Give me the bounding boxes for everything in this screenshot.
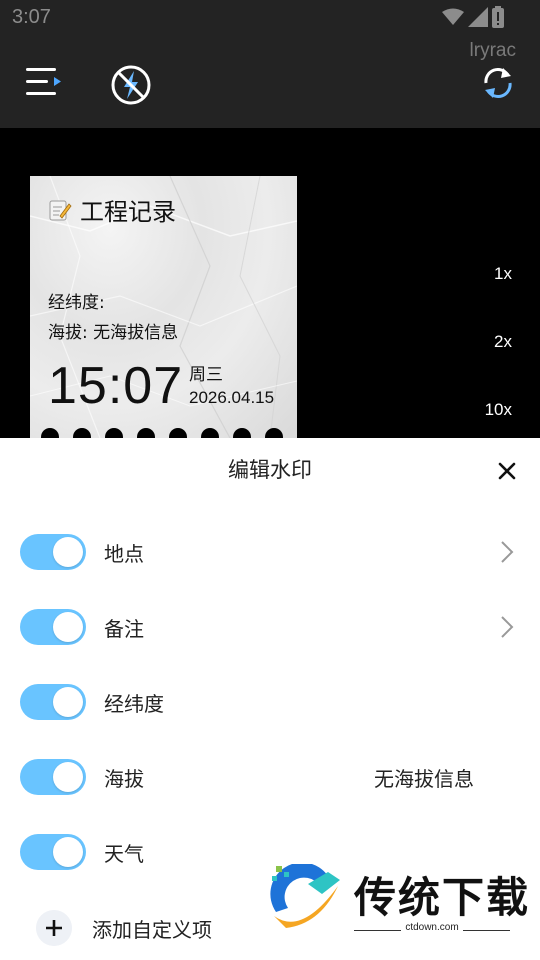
dot <box>137 428 155 438</box>
status-time: 3:07 <box>12 6 51 28</box>
zoom-10x-button[interactable]: 10x <box>485 400 512 420</box>
username-label: lryrac <box>469 40 516 61</box>
row-label: 海拔 <box>104 767 144 791</box>
watermark-card[interactable]: 工程记录 经纬度: 海拔: 无海拔信息 15:07 周三 2026.04.15 <box>30 176 297 438</box>
add-custom-item-label: 添加自定义项 <box>92 918 212 942</box>
watermark-weekday: 周三 <box>189 365 223 385</box>
plus-icon <box>36 910 72 946</box>
watermark-coords: 经纬度: <box>48 293 105 313</box>
site-watermark: 传统下载 ctdown.com <box>268 864 528 940</box>
toggle-remark[interactable] <box>20 609 86 645</box>
flash-off-icon[interactable] <box>110 64 152 106</box>
row-coordinates[interactable]: 经纬度 <box>0 672 540 732</box>
wifi-icon <box>442 8 464 25</box>
toggle-knob <box>53 762 83 792</box>
watermark-title: 工程记录 <box>48 192 176 227</box>
status-icons <box>442 6 504 28</box>
site-url-text: ctdown.com <box>401 922 463 933</box>
chevron-right-icon[interactable] <box>500 615 514 639</box>
toggle-knob <box>53 612 83 642</box>
dot <box>73 428 91 438</box>
watermark-bottom-dots <box>41 428 283 438</box>
status-bar: 3:07 <box>0 0 540 36</box>
toggle-altitude[interactable] <box>20 759 86 795</box>
dot <box>41 428 59 438</box>
dot <box>105 428 123 438</box>
sheet-title: 编辑水印 <box>228 458 312 482</box>
toggle-knob <box>53 837 83 867</box>
signal-icon <box>468 7 488 27</box>
altitude-value: 无海拔信息 <box>374 767 474 791</box>
row-location[interactable]: 地点 <box>0 522 540 582</box>
row-label: 备注 <box>104 617 144 641</box>
top-toolbar: lryrac <box>0 36 540 128</box>
watermark-title-text: 工程记录 <box>80 198 176 226</box>
dot <box>169 428 187 438</box>
toggle-location[interactable] <box>20 534 86 570</box>
watermark-date: 2026.04.15 <box>189 388 275 407</box>
camera-preview[interactable]: 工程记录 经纬度: 海拔: 无海拔信息 15:07 周三 2026.04.15 … <box>0 128 540 438</box>
zoom-2x-button[interactable]: 2x <box>494 332 512 352</box>
row-label: 经纬度 <box>104 692 164 716</box>
row-label: 地点 <box>104 542 144 566</box>
site-url: ctdown.com <box>354 922 510 933</box>
row-label: 天气 <box>104 842 144 866</box>
dot <box>201 428 219 438</box>
dot <box>233 428 251 438</box>
zoom-1x-button[interactable]: 1x <box>494 264 512 284</box>
toggle-weather[interactable] <box>20 834 86 870</box>
close-icon[interactable] <box>496 460 518 482</box>
toggle-knob <box>53 687 83 717</box>
toggle-knob <box>53 537 83 567</box>
toggle-coordinates[interactable] <box>20 684 86 720</box>
site-name: 传统下载 <box>354 873 531 922</box>
add-custom-item-button[interactable]: 添加自定义项 <box>0 896 300 956</box>
chevron-right-icon[interactable] <box>500 540 514 564</box>
memo-icon <box>49 200 72 220</box>
row-remark[interactable]: 备注 <box>0 597 540 657</box>
row-altitude[interactable]: 海拔 无海拔信息 <box>0 747 540 807</box>
dot <box>265 428 283 438</box>
battery-icon <box>492 6 504 28</box>
watermark-altitude: 海拔: 无海拔信息 <box>48 323 179 343</box>
watermark-time: 15:07 <box>48 357 184 415</box>
menu-icon[interactable] <box>24 66 64 100</box>
switch-camera-icon[interactable] <box>482 64 514 102</box>
site-logo <box>270 864 340 928</box>
